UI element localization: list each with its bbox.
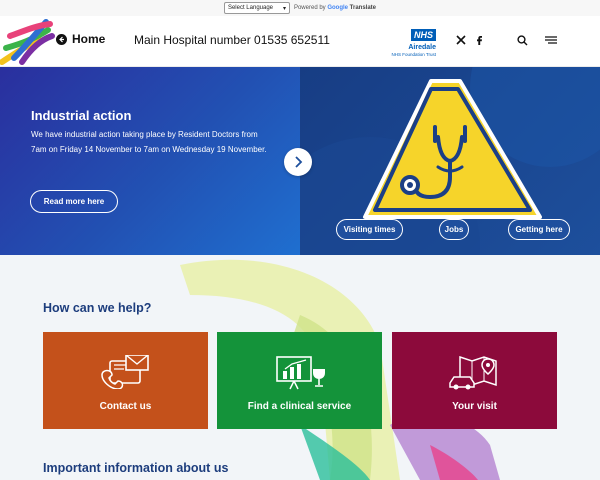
page: Select Language ▾ Powered by Google Tran…: [0, 0, 600, 480]
hero-banner: Industrial action We have industrial act…: [0, 67, 600, 255]
help-section: How can we help? Contact us Find a clini…: [0, 255, 600, 480]
hero-description: We have industrial action taking place b…: [31, 130, 267, 154]
nhs-logo[interactable]: NHS Airedale NHS Foundation Trust: [378, 25, 436, 59]
translate-bar: Select Language ▾ Powered by Google Tran…: [0, 0, 600, 16]
home-label: Home: [72, 32, 106, 46]
x-twitter-icon[interactable]: [456, 35, 466, 45]
card-label: Find a clinical service: [247, 401, 352, 412]
site-logo[interactable]: [0, 18, 56, 66]
your-visit-card[interactable]: Your visit: [392, 332, 557, 429]
chevron-down-icon: ▾: [282, 5, 286, 12]
clinical-service-icon: [275, 356, 325, 390]
getting-here-button[interactable]: Getting here: [508, 219, 570, 240]
important-info-heading: Important information about us: [43, 461, 229, 475]
powered-by-text: Powered by Google Translate: [294, 5, 376, 11]
language-select[interactable]: Select Language ▾: [223, 2, 290, 14]
search-icon[interactable]: [517, 35, 528, 46]
carousel-next-button[interactable]: [284, 148, 312, 176]
facebook-icon[interactable]: [475, 35, 483, 45]
translate-link[interactable]: Translate: [350, 5, 376, 11]
card-label: Contact us: [99, 401, 152, 412]
site-header: Home Main Hospital number 01535 652511 N…: [0, 16, 600, 67]
find-clinical-service-card[interactable]: Find a clinical service: [217, 332, 382, 429]
hero-title: Industrial action: [31, 108, 132, 123]
menu-icon[interactable]: [545, 35, 557, 45]
home-link[interactable]: Home: [56, 32, 105, 46]
google-logo: Google: [327, 5, 348, 11]
contact-us-card[interactable]: Contact us: [43, 332, 208, 429]
nhs-trust-subtitle: NHS Foundation Trust: [391, 52, 436, 57]
chevron-right-icon: [295, 156, 303, 168]
back-arrow-icon: [56, 33, 67, 45]
help-heading: How can we help?: [43, 301, 152, 315]
visiting-times-button[interactable]: Visiting times: [336, 219, 403, 240]
powered-by-label: Powered by: [293, 5, 326, 11]
read-more-button[interactable]: Read more here: [30, 190, 118, 213]
nhs-mark: NHS: [410, 29, 436, 41]
nhs-trust-name: Airedale: [408, 44, 436, 51]
contact-icon: [100, 355, 149, 389]
hospital-phone: Main Hospital number 01535 652511: [134, 33, 330, 47]
map-car-icon: [448, 355, 497, 390]
hero-text-panel: Industrial action We have industrial act…: [0, 67, 300, 255]
language-select-label: Select Language: [227, 5, 274, 11]
jobs-button[interactable]: Jobs: [439, 219, 469, 240]
card-label: Your visit: [452, 401, 497, 412]
